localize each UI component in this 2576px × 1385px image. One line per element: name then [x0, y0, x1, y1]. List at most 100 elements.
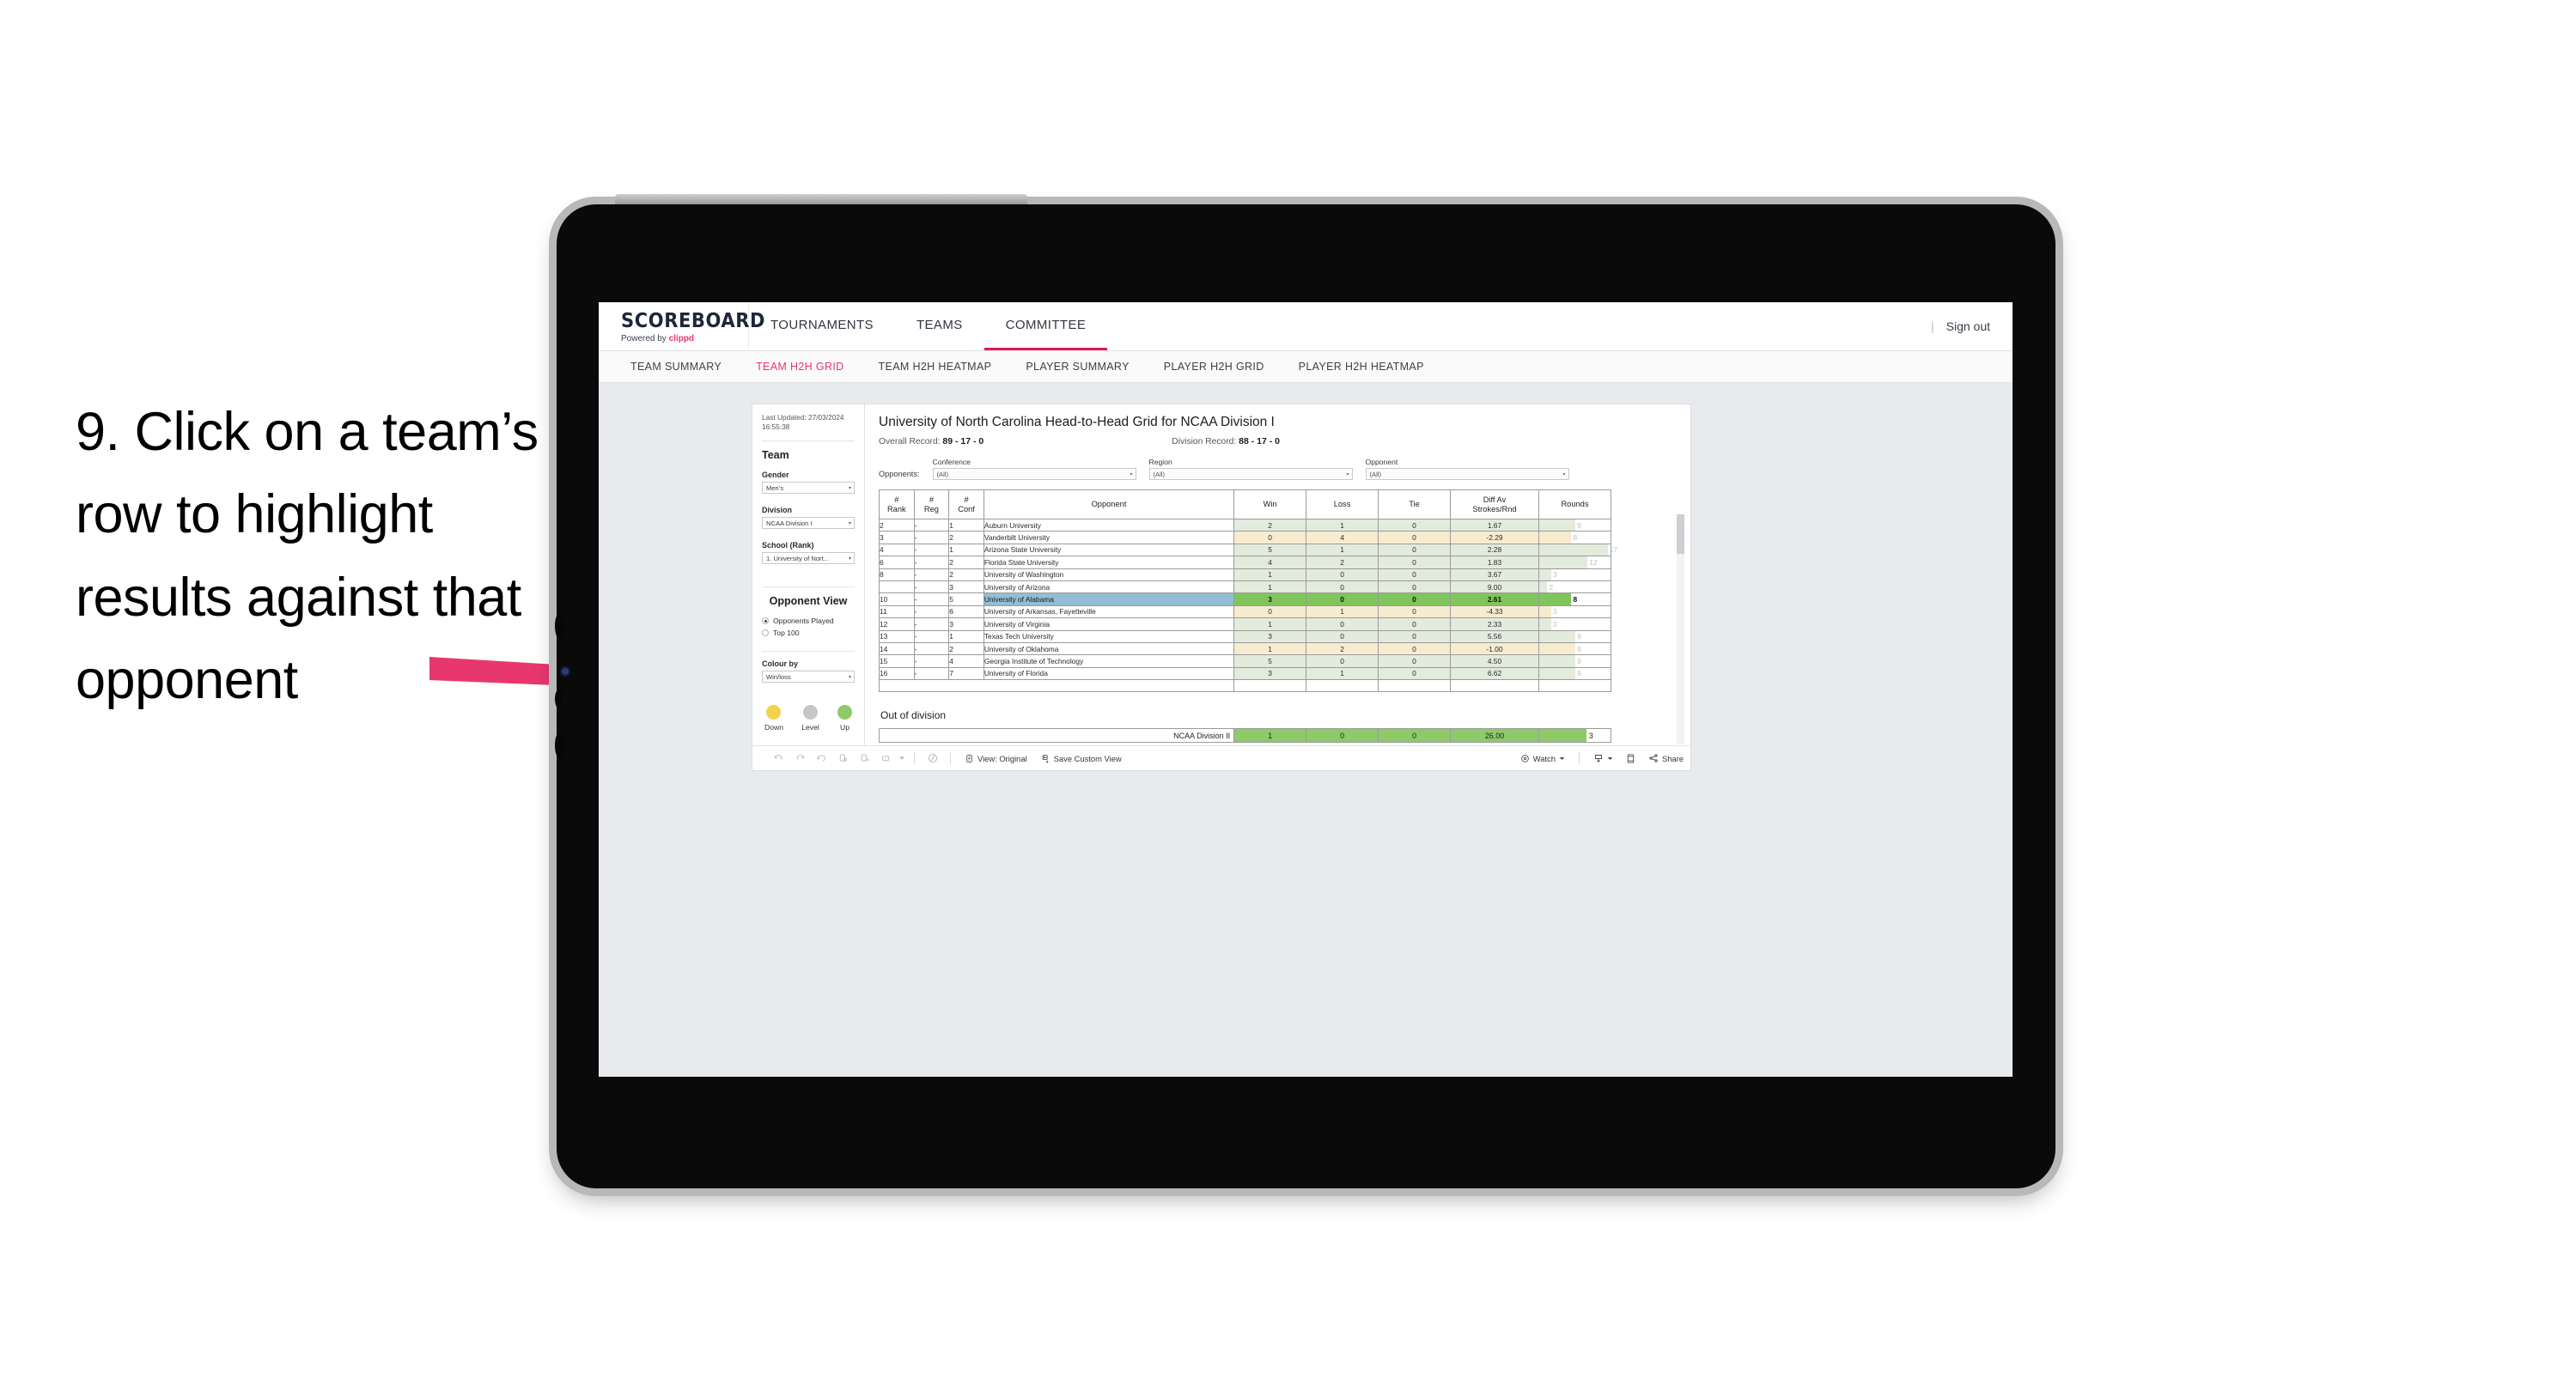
view-original-button[interactable]: View: Original [958, 754, 1034, 763]
toolbar-divider-2 [950, 752, 951, 765]
subtab-team-h2h-grid[interactable]: TEAM H2H GRID [739, 361, 861, 373]
col-conf-line2: Conf [958, 504, 975, 513]
subtab-player-h2h-grid[interactable]: PLAYER H2H GRID [1147, 361, 1282, 373]
rounds-label: 8 [1573, 595, 1578, 604]
blank-tie [1378, 679, 1451, 693]
download-icon [1594, 755, 1602, 763]
gender-select[interactable]: Men’s ▾ [762, 482, 855, 495]
rounds-bar [1538, 568, 1551, 580]
table-row[interactable]: 6-2 Florida State University 4 2 0 1.83 12 [879, 556, 1612, 569]
division-label: Division [762, 506, 793, 515]
radio-opponents-played[interactable]: Opponents Played [762, 617, 855, 625]
table-row[interactable]: 11-6 University of Arkansas, Fayetteville… [879, 604, 1612, 619]
scrollbar-thumb[interactable] [1677, 514, 1684, 554]
table-row[interactable]: 3-2 Vanderbilt University 0 4 0 -2.29 8 [879, 531, 1612, 544]
cell-opponent: University of Washington [983, 568, 1235, 581]
app-logo[interactable]: SCOREBOARD Powered by clippd [599, 302, 764, 350]
fullscreen-icon[interactable] [1620, 748, 1641, 769]
table-row[interactable]: -3 University of Arizona 1 0 0 9.00 2 [879, 580, 1612, 594]
rounds-bar [1538, 532, 1572, 544]
undo-icon[interactable] [768, 748, 789, 769]
tablet-screen: SCOREBOARD Powered by clippd TOURNAMENTS… [599, 302, 2013, 1077]
radio-top-100[interactable]: Top 100 [762, 629, 855, 637]
cell-reg: - [913, 629, 950, 643]
cell-tie: 0 [1378, 580, 1451, 594]
rounds-label: 9 [1577, 656, 1581, 665]
colour-by-select[interactable]: Win/loss ▾ [762, 671, 855, 683]
subtab-team-h2h-heatmap[interactable]: TEAM H2H HEATMAP [862, 361, 1009, 373]
download-button[interactable] [1586, 753, 1620, 763]
filter-opponent-select[interactable]: (All) ▾ [1365, 468, 1569, 480]
blank-left [878, 679, 1235, 693]
tablet-side-button-3[interactable] [555, 732, 564, 758]
filter-region-select[interactable]: (All) ▾ [1148, 468, 1353, 480]
cell-loss: 1 [1306, 543, 1379, 557]
cell-opponent: University of Florida [983, 666, 1235, 681]
nav-tab-teams[interactable]: TEAMS [895, 302, 984, 350]
cell-diff: -4.33 [1450, 604, 1539, 619]
blank-loss [1306, 679, 1379, 693]
rounds-bar [1538, 593, 1572, 605]
colour-by-value: Win/loss [766, 672, 791, 681]
table-row[interactable]: 13-1 Texas Tech University 3 0 0 5.56 9 [879, 629, 1612, 643]
pause-refresh-icon[interactable] [854, 748, 875, 769]
filter-conference-select[interactable]: (All) ▾ [932, 468, 1136, 480]
filter-region: Region (All) ▾ [1148, 458, 1353, 480]
opponent-view-heading: Opponent View [769, 595, 848, 608]
cell-opponent: Georgia Institute of Technology [983, 654, 1235, 668]
sign-out-link[interactable]: Sign out [1946, 319, 1990, 333]
subtab-player-summary[interactable]: PLAYER SUMMARY [1008, 361, 1146, 373]
table-blank-row [878, 679, 1612, 693]
cell-loss: 1 [1306, 604, 1379, 619]
col-opponent: Opponent [983, 489, 1235, 519]
cell-rank: 15 [879, 654, 915, 668]
refresh-icon[interactable] [832, 748, 854, 769]
subtab-team-summary[interactable]: TEAM SUMMARY [613, 361, 739, 373]
save-custom-view-button[interactable]: Save Custom View [1034, 754, 1129, 763]
tablet-side-button-2[interactable] [555, 689, 563, 708]
table-row[interactable]: 2-1 Auburn University 2 1 0 1.67 9 [879, 518, 1612, 532]
nav-tab-committee[interactable]: COMMITTEE [984, 302, 1108, 350]
tablet-side-button-1[interactable] [555, 613, 564, 639]
highlight-icon[interactable] [922, 748, 943, 769]
cell-tie: 0 [1378, 641, 1451, 656]
chevron-down-icon: ▾ [848, 485, 851, 491]
pan-icon[interactable] [875, 748, 897, 769]
ood-rounds-label: 3 [1588, 731, 1593, 740]
col-rank-line1: # [894, 495, 899, 505]
table-row[interactable]: 14-2 University of Oklahoma 1 2 0 -1.00 9 [879, 641, 1612, 656]
table-row[interactable]: 16-7 University of Florida 3 1 0 6.62 9 [879, 666, 1612, 681]
school-select[interactable]: 1. University of Nort... ▾ [762, 552, 855, 565]
table-row[interactable]: 4-1 Arizona State University 5 1 0 2.28 17 [879, 543, 1617, 557]
cell-conf: 3 [948, 580, 984, 594]
table-row[interactable]: 8-2 University of Washington 1 0 0 3.67 3 [879, 568, 1612, 581]
viz-toolbar: View: Original Save Custom View Watch Sh… [752, 745, 1690, 771]
revert-icon[interactable] [811, 748, 832, 769]
nav-tab-tournaments[interactable]: TOURNAMENTS [749, 302, 895, 350]
division-select[interactable]: NCAA Division I ▾ [762, 517, 855, 530]
table-row[interactable]: 15-4 Georgia Institute of Technology 5 0 0 4.… [879, 654, 1612, 668]
cell-conf: 7 [948, 666, 984, 681]
cell-conf: 2 [948, 531, 984, 544]
watch-button[interactable]: Watch [1513, 754, 1572, 763]
subtab-player-h2h-heatmap[interactable]: PLAYER H2H HEATMAP [1282, 361, 1441, 373]
tablet-top-edge [615, 194, 1027, 204]
cell-reg: - [913, 568, 950, 581]
table-row[interactable]: 12-3 University of Virginia 1 0 0 2.33 3 [879, 617, 1612, 631]
cell-loss: 0 [1306, 654, 1379, 668]
cell-rounds: 3 [1538, 568, 1612, 581]
cell-rank: 6 [879, 556, 915, 569]
table-row[interactable]: 10-5 University of Alabama 3 0 0 2.61 8 [879, 592, 1612, 606]
table-vertical-scrollbar[interactable] [1677, 514, 1684, 744]
rounds-bar [1538, 556, 1588, 568]
out-of-division-row[interactable]: NCAA Division II 1 0 0 26.00 3 [878, 728, 1612, 744]
redo-icon[interactable] [789, 748, 811, 769]
rounds-label: 9 [1577, 520, 1581, 530]
share-button[interactable]: Share [1641, 753, 1690, 763]
school-value: 1. University of Nort... [766, 554, 830, 562]
cell-rounds: 9 [1538, 641, 1612, 656]
cell-rank: 16 [879, 666, 915, 681]
app-header: SCOREBOARD Powered by clippd TOURNAMENTS… [599, 302, 2013, 351]
chevron-down-icon[interactable] [897, 748, 907, 769]
cell-reg: - [913, 666, 950, 681]
